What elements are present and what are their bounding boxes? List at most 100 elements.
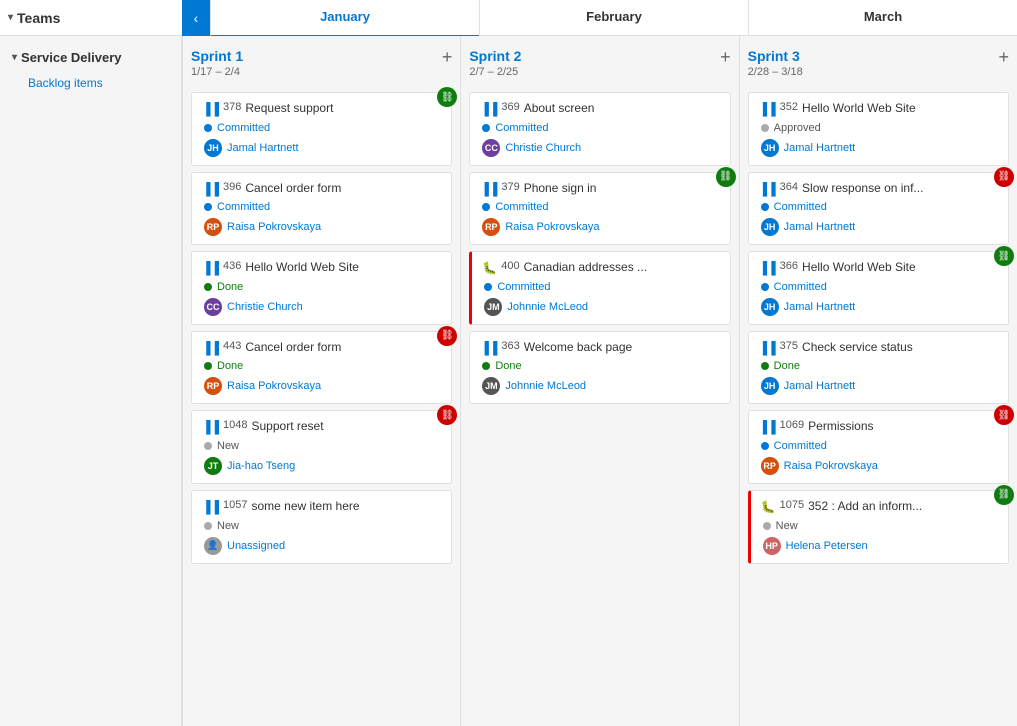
avatar: RP: [204, 377, 222, 395]
column-add-button-sprint2[interactable]: +: [720, 48, 731, 66]
link-badge-sprint1-0[interactable]: ⛓: [437, 87, 457, 107]
person-name: Jamal Hartnett: [784, 380, 856, 392]
column-add-button-sprint1[interactable]: +: [442, 48, 453, 66]
card-title-text: About screen: [524, 101, 720, 117]
card-number: 363: [501, 340, 519, 352]
month-header-february: February: [479, 0, 748, 35]
story-icon: ▐▐: [759, 261, 776, 275]
link-badge-sprint1-4[interactable]: ⛓: [437, 405, 457, 425]
card-number: 352: [780, 101, 798, 113]
sidebar-section-header[interactable]: ▾ Service Delivery: [0, 44, 181, 71]
avatar: RP: [482, 218, 500, 236]
story-icon: ▐▐: [202, 182, 219, 196]
person-name: Johnnie McLeod: [507, 301, 588, 313]
card-sprint2-0[interactable]: ▐▐369About screenCommittedCCChristie Chu…: [469, 92, 730, 166]
card-title-row: ▐▐1057some new item here: [202, 499, 441, 515]
board-column-sprint1: Sprint 11/17 – 2/4+⛓▐▐378Request support…: [182, 36, 460, 726]
card-sprint3-2[interactable]: ⛓▐▐366Hello World Web SiteCommittedJHJam…: [748, 251, 1009, 325]
card-title-row: ▐▐443Cancel order form: [202, 340, 441, 356]
card-sprint1-2[interactable]: ▐▐436Hello World Web SiteDoneCCChristie …: [191, 251, 452, 325]
card-sprint2-1[interactable]: ⛓▐▐379Phone sign inCommittedRPRaisa Pokr…: [469, 172, 730, 246]
card-status-row: Committed: [480, 122, 719, 134]
card-status-row: Committed: [202, 201, 441, 213]
card-person-row: JH Jamal Hartnett: [759, 139, 998, 157]
card-sprint2-2[interactable]: 🐛400Canadian addresses ...CommittedJMJoh…: [469, 251, 730, 325]
month-header-january: January: [210, 0, 479, 37]
story-icon: ▐▐: [202, 341, 219, 355]
link-badge-sprint3-4[interactable]: ⛓: [994, 405, 1014, 425]
card-sprint1-4[interactable]: ⛓▐▐1048Support resetNewJTJia-hao Tseng: [191, 410, 452, 484]
column-dates-sprint3: 2/28 – 3/18: [748, 66, 803, 78]
teams-chevron-icon: ▾: [8, 12, 13, 23]
bug-icon: 🐛: [761, 500, 776, 514]
status-text: New: [217, 520, 239, 532]
column-title-sprint2: Sprint 2: [469, 48, 521, 64]
card-person-row: JHJamal Hartnett: [759, 298, 998, 316]
avatar: 👤: [204, 537, 222, 555]
card-sprint3-5[interactable]: ⛓🐛1075352 : Add an inform...NewHPHelena …: [748, 490, 1009, 564]
link-badge-sprint1-3[interactable]: ⛓: [437, 326, 457, 346]
avatar: JH: [204, 139, 222, 157]
card-sprint3-3[interactable]: ▐▐375Check service statusDoneJHJamal Har…: [748, 331, 1009, 405]
avatar: HP: [763, 537, 781, 555]
status-dot: [204, 283, 212, 291]
person-name: Raisa Pokrovskaya: [227, 221, 321, 233]
card-sprint1-3[interactable]: ⛓▐▐443Cancel order formDoneRPRaisa Pokro…: [191, 331, 452, 405]
avatar: RP: [761, 457, 779, 475]
card-number: 1069: [780, 419, 804, 431]
card-sprint2-3[interactable]: ▐▐363Welcome back pageDoneJMJohnnie McLe…: [469, 331, 730, 405]
link-badge-sprint2-1[interactable]: ⛓: [716, 167, 736, 187]
status-dot: [482, 362, 490, 370]
link-badge-sprint3-5[interactable]: ⛓: [994, 485, 1014, 505]
sidebar-item-backlog-items[interactable]: Backlog items: [0, 71, 181, 95]
status-dot: [204, 362, 212, 370]
card-sprint3-0[interactable]: ▐▐352Hello World Web SiteApprovedJHJamal…: [748, 92, 1009, 166]
story-icon: ▐▐: [202, 500, 219, 514]
card-status-row: Committed: [759, 201, 998, 213]
card-title-row: ▐▐352Hello World Web Site: [759, 101, 998, 117]
card-person-row: CCChristie Church: [202, 298, 441, 316]
card-status-row: Committed: [202, 122, 441, 134]
card-title-text: Hello World Web Site: [802, 101, 998, 117]
card-person-row: RPRaisa Pokrovskaya: [759, 457, 998, 475]
status-dot: [761, 442, 769, 450]
status-text: Committed: [774, 201, 827, 213]
card-title-row: ▐▐1048Support reset: [202, 419, 441, 435]
person-name: Helena Petersen: [786, 540, 868, 552]
card-status-row: Committed: [480, 201, 719, 213]
status-dot: [482, 203, 490, 211]
column-title-sprint3: Sprint 3: [748, 48, 803, 64]
card-sprint3-1[interactable]: ⛓▐▐364Slow response on inf...CommittedJH…: [748, 172, 1009, 246]
card-sprint1-1[interactable]: ▐▐396Cancel order form Committed RP Raisa P…: [191, 172, 452, 246]
card-person-row: HP Helena Petersen: [761, 537, 998, 555]
card-number: 366: [780, 260, 798, 272]
card-title-row: 🐛1075352 : Add an inform...: [761, 499, 998, 515]
card-title-row: ▐▐396Cancel order form: [202, 181, 441, 197]
card-sprint1-0[interactable]: ⛓▐▐378Request supportCommittedJHJamal Ha…: [191, 92, 452, 166]
status-text: Done: [495, 360, 521, 372]
avatar: JH: [761, 139, 779, 157]
avatar: RP: [204, 218, 222, 236]
link-badge-sprint3-1[interactable]: ⛓: [994, 167, 1014, 187]
link-badge-sprint3-2[interactable]: ⛓: [994, 246, 1014, 266]
nav-back-button[interactable]: ‹: [182, 0, 210, 36]
status-text: Committed: [495, 122, 548, 134]
person-name: Jamal Hartnett: [784, 142, 856, 154]
card-title-row: ▐▐366Hello World Web Site: [759, 260, 998, 276]
column-add-button-sprint3[interactable]: +: [998, 48, 1009, 66]
status-dot: [761, 124, 769, 132]
story-icon: ▐▐: [759, 182, 776, 196]
status-text: Committed: [217, 201, 270, 213]
card-sprint1-5[interactable]: ▐▐1057some new item hereNew👤Unassigned: [191, 490, 452, 564]
sidebar-chevron-icon: ▾: [12, 52, 17, 63]
board-column-sprint2: Sprint 22/7 – 2/25+▐▐369About screenComm…: [460, 36, 738, 726]
card-sprint3-4[interactable]: ⛓▐▐1069PermissionsCommittedRPRaisa Pokro…: [748, 410, 1009, 484]
status-text: Committed: [495, 201, 548, 213]
card-status-row: Done: [202, 360, 441, 372]
card-status-row: Done: [759, 360, 998, 372]
status-dot: [204, 442, 212, 450]
status-dot: [204, 124, 212, 132]
card-number: 1048: [223, 419, 247, 431]
column-header-sprint2: Sprint 22/7 – 2/25+: [469, 44, 730, 82]
person-name: Raisa Pokrovskaya: [227, 380, 321, 392]
